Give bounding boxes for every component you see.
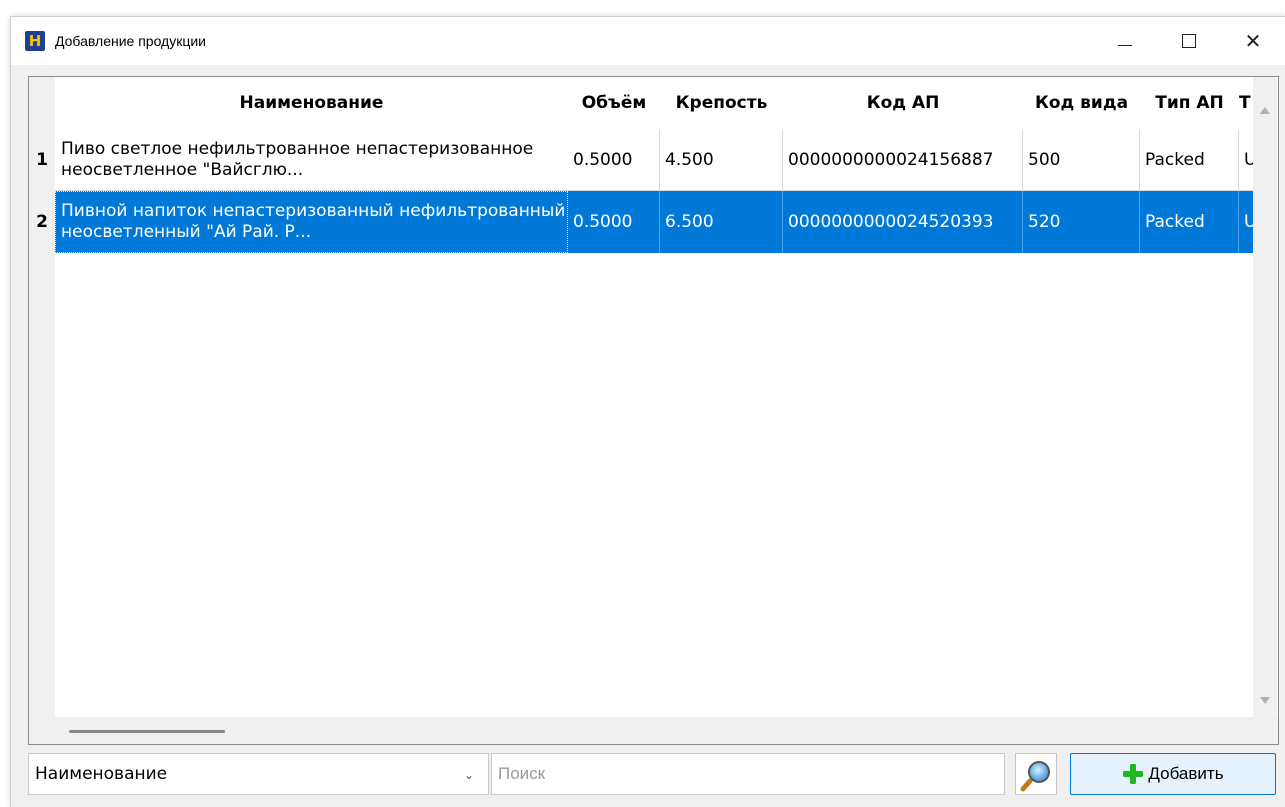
close-button[interactable]: ✕ — [1221, 17, 1285, 65]
cell-extra[interactable]: U — [1239, 191, 1253, 253]
plus-icon — [1123, 764, 1144, 784]
vertical-scrollbar[interactable] — [1253, 77, 1277, 717]
search-button[interactable] — [1015, 753, 1057, 795]
column-header-extra[interactable]: Т — [1239, 77, 1253, 129]
horizontal-scrollbar[interactable] — [55, 717, 1278, 744]
table-grid: Наименование Объём Крепость Код АП Код в… — [55, 77, 1253, 717]
search-input[interactable] — [491, 753, 1005, 795]
scroll-down-icon[interactable] — [1260, 697, 1270, 704]
products-table: 1 2 Наименование Объём Крепость Код АП К… — [28, 76, 1279, 745]
row-header-2[interactable]: 2 — [29, 191, 55, 253]
table-row-selected[interactable]: Пивной напиток непастеризованный нефильт… — [55, 191, 1253, 253]
close-icon: ✕ — [1244, 29, 1262, 53]
cell-extra[interactable]: U — [1239, 129, 1253, 191]
row-header-column: 1 2 — [29, 129, 55, 744]
column-header-strength[interactable]: Крепость — [660, 77, 783, 129]
table-row[interactable]: Пиво светлое нефильтрованное непастеризо… — [55, 129, 1253, 191]
add-button[interactable]: Добавить — [1070, 753, 1276, 795]
cell-name[interactable]: Пивной напиток непастеризованный нефильт… — [55, 191, 568, 253]
cell-name[interactable]: Пиво светлое нефильтрованное непастеризо… — [55, 129, 568, 191]
cell-code-ap[interactable]: 0000000000024520393 — [783, 191, 1023, 253]
cell-strength[interactable]: 4.500 — [660, 129, 783, 191]
cell-kind-code[interactable]: 520 — [1023, 191, 1140, 253]
chevron-down-icon: ⌄ — [463, 768, 474, 782]
row-divider — [55, 190, 1253, 191]
add-button-label: Добавить — [1148, 764, 1224, 783]
column-header-kind-code[interactable]: Код вида — [1023, 77, 1140, 129]
column-header-type-ap[interactable]: Тип АП — [1140, 77, 1239, 129]
search-bar: Наименование ⌄ Добавить — [11, 747, 1285, 807]
cell-strength[interactable]: 6.500 — [660, 191, 783, 253]
table-corner[interactable] — [29, 77, 55, 129]
dialog-window: H Добавление продукции ✕ 1 2 Наименовани… — [10, 16, 1285, 807]
horizontal-scroll-thumb[interactable] — [69, 730, 225, 733]
search-field-select[interactable]: Наименование ⌄ — [28, 753, 489, 795]
cell-type-ap[interactable]: Packed — [1140, 191, 1239, 253]
scroll-up-icon[interactable] — [1260, 107, 1270, 114]
column-header-code-ap[interactable]: Код АП — [783, 77, 1023, 129]
column-header-volume[interactable]: Объём — [568, 77, 660, 129]
magnifier-icon — [1020, 761, 1050, 792]
title-bar[interactable]: H Добавление продукции ✕ — [11, 17, 1285, 65]
cell-volume[interactable]: 0.5000 — [568, 191, 660, 253]
cell-kind-code[interactable]: 500 — [1023, 129, 1140, 191]
maximize-icon — [1182, 34, 1196, 48]
table-header: Наименование Объём Крепость Код АП Код в… — [55, 77, 1253, 129]
window-title: Добавление продукции — [55, 33, 207, 49]
cell-code-ap[interactable]: 0000000000024156887 — [783, 129, 1023, 191]
minimize-button[interactable] — [1093, 17, 1157, 65]
maximize-button[interactable] — [1157, 17, 1221, 65]
row-header-1[interactable]: 1 — [29, 129, 55, 191]
app-logo-icon: H — [25, 31, 45, 51]
minimize-icon — [1118, 44, 1132, 46]
cell-volume[interactable]: 0.5000 — [568, 129, 660, 191]
search-field-value: Наименование — [35, 764, 168, 784]
column-header-name[interactable]: Наименование — [55, 77, 568, 129]
cell-type-ap[interactable]: Packed — [1140, 129, 1239, 191]
